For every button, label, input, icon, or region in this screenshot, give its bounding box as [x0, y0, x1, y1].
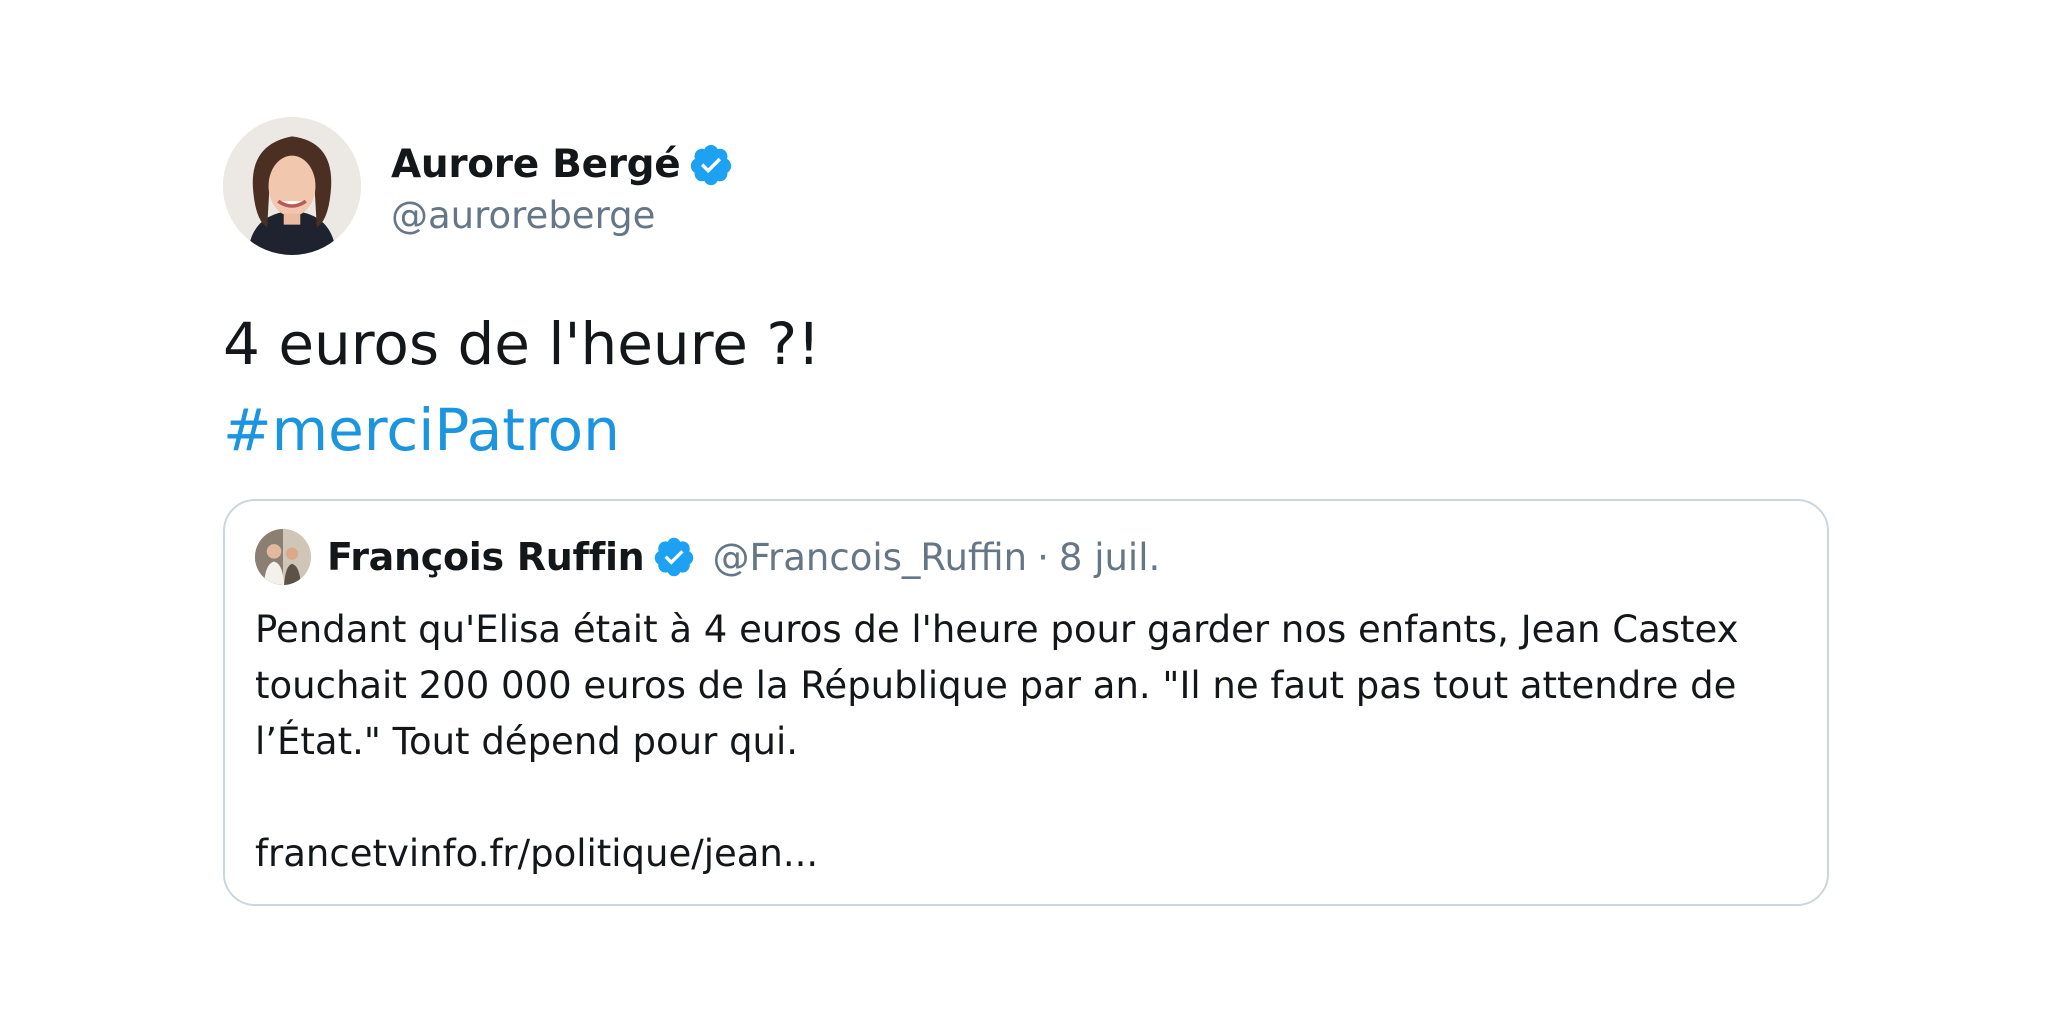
quoted-author-name[interactable]: François Ruffin [327, 535, 645, 579]
avatar[interactable] [223, 117, 361, 255]
tweet-text-line: 4 euros de l'heure ?! [223, 310, 821, 378]
quoted-tweet-date[interactable]: 8 juil. [1059, 536, 1160, 579]
quoted-tweet-header: François Ruffin @Francois_Ruffin · 8 jui… [255, 528, 1797, 586]
quoted-tweet-link[interactable]: francetvinfo.fr/politique/jean... [255, 826, 1797, 882]
avatar-portrait [223, 117, 361, 255]
quoted-author-handle[interactable]: @Francois_Ruffin [712, 536, 1027, 579]
author-name[interactable]: Aurore Bergé [391, 142, 681, 187]
tweet-author[interactable]: Aurore Bergé @auroreberge [223, 117, 1833, 255]
tweet-card: Aurore Bergé @auroreberge 4 euros de l'h… [223, 117, 1833, 473]
quoted-tweet-text: Pendant qu'Elisa était à 4 euros de l'he… [255, 602, 1797, 770]
quoted-text-line: touchait 200 000 euros de la République … [255, 664, 1737, 707]
author-handle[interactable]: @auroreberge [391, 194, 734, 237]
quoted-avatar[interactable] [255, 529, 311, 585]
tweet-text: 4 euros de l'heure ?! #merciPatron [223, 301, 1833, 473]
verified-badge-icon [688, 142, 734, 188]
separator-dot: · [1037, 535, 1049, 579]
quoted-text-line: l’État." Tout dépend pour qui. [255, 720, 799, 763]
name-row: Aurore Bergé [391, 136, 734, 194]
quoted-tweet[interactable]: François Ruffin @Francois_Ruffin · 8 jui… [223, 499, 1829, 906]
quoted-avatar-portrait [255, 529, 311, 585]
quoted-text-line: Pendant qu'Elisa était à 4 euros de l'he… [255, 608, 1739, 651]
hashtag-link[interactable]: #merciPatron [223, 387, 1833, 473]
author-text: Aurore Bergé @auroreberge [391, 136, 734, 237]
verified-badge-icon [652, 535, 696, 579]
